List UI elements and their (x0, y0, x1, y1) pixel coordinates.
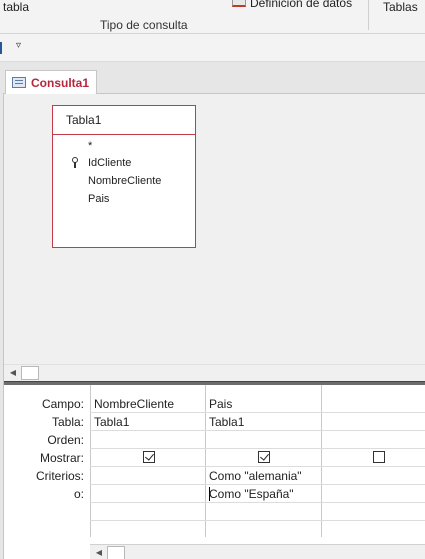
ribbon: tabla Definición de datos Tipo de consul… (0, 0, 425, 34)
table-pane: Tabla1 * IdCliente NombreCliente Pais ◀ (4, 94, 425, 382)
query-icon (12, 77, 26, 88)
row-label-criterios: Criterios: (35, 469, 84, 483)
field-idcliente[interactable]: IdCliente (88, 157, 131, 169)
grid-column-divider (321, 385, 322, 537)
grid-cell-criterios-2[interactable]: Como "alemania" (206, 469, 302, 483)
scroll-left-icon[interactable]: ◀ (92, 547, 106, 559)
ribbon-separator (368, 0, 369, 30)
field-pais[interactable]: Pais (88, 193, 109, 205)
table-field-list-title[interactable]: Tabla1 (53, 106, 195, 135)
row-label-mostrar: Mostrar: (39, 451, 84, 465)
data-definition-icon (232, 0, 246, 7)
field-nombrecliente[interactable]: NombreCliente (88, 175, 161, 187)
grid-cell-tabla-1[interactable]: Tabla1 (91, 415, 129, 429)
grid-row-divider (90, 520, 425, 521)
grid-row-divider (90, 502, 425, 503)
grid-row-divider (90, 466, 425, 467)
scroll-left-icon[interactable]: ◀ (6, 367, 20, 379)
table-field-list[interactable]: Tabla1 * IdCliente NombreCliente Pais (52, 105, 196, 248)
query-design-window: Tabla1 * IdCliente NombreCliente Pais ◀ … (3, 93, 425, 559)
tab-label: Consulta1 (31, 75, 90, 90)
grid-scrollbar[interactable]: ◀ (90, 544, 425, 559)
row-label-tabla: Tabla: (51, 415, 84, 429)
tables-group-label[interactable]: Tablas (383, 0, 418, 14)
data-definition-label: Definición de datos (250, 0, 353, 10)
qat-edge-marker (0, 42, 2, 54)
qat-customize-icon[interactable]: ▿ (16, 40, 21, 51)
query-type-group-label: Tipo de consulta (100, 18, 188, 32)
grid-cell-o-2[interactable]: Como "España" (206, 487, 294, 501)
scrollbar-thumb[interactable] (107, 546, 125, 559)
grid-row-divider (90, 448, 425, 449)
row-label-o: o: (73, 487, 84, 501)
grid-cell-tabla-2[interactable]: Tabla1 (206, 415, 244, 429)
grid-row-divider (90, 412, 425, 413)
primary-key-icon (72, 157, 78, 168)
row-label-orden: Orden: (47, 433, 84, 447)
data-definition-button[interactable]: Definición de datos (232, 0, 352, 10)
show-checkbox-2[interactable] (258, 451, 270, 463)
field-all[interactable]: * (88, 140, 92, 152)
grid-row-divider (90, 484, 425, 485)
row-label-campo: Campo: (41, 397, 84, 411)
scrollbar-thumb[interactable] (21, 366, 39, 380)
grid-row-divider (90, 430, 425, 431)
grid-cell-campo-1[interactable]: NombreCliente (91, 397, 174, 411)
show-checkbox-1[interactable] (143, 451, 155, 463)
grid-cell-campo-2[interactable]: Pais (206, 397, 232, 411)
ribbon-table-label[interactable]: tabla (3, 0, 29, 14)
tab-consulta1[interactable]: Consulta1 (5, 70, 97, 94)
table-pane-scrollbar[interactable]: ◀ (4, 364, 425, 380)
quick-access-toolbar: ▿ (0, 34, 425, 62)
show-checkbox-3[interactable] (373, 451, 385, 463)
design-grid: Campo: Tabla: Orden: Mostrar: Criterios:… (4, 385, 425, 559)
